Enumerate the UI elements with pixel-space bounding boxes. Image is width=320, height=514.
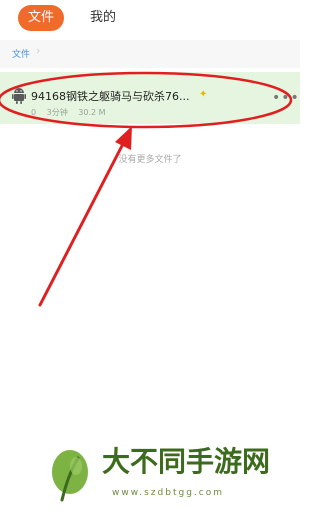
leaf-logo-icon <box>52 450 88 502</box>
file-meta-count: 0 <box>31 108 37 117</box>
tab-files[interactable]: 文件 <box>18 5 64 31</box>
file-meta: 0 3分钟 30.2 M <box>31 107 114 118</box>
tab-mine[interactable]: 我的 <box>84 5 122 31</box>
android-icon <box>12 88 26 104</box>
file-list-item[interactable]: 94168钢铁之躯骑马与砍杀76... 0 3分钟 30.2 M ✦ ••• <box>0 72 300 124</box>
watermark-title: 大不同手游网 <box>102 445 271 478</box>
star-icon: ✦ <box>199 89 208 100</box>
breadcrumb-root[interactable]: 文件 <box>12 47 30 60</box>
more-options-icon[interactable]: ••• <box>272 91 300 105</box>
chevron-right-icon: › <box>36 44 41 57</box>
file-size: 30.2 M <box>78 108 106 117</box>
breadcrumb: 文件 › <box>0 40 300 68</box>
file-meta-time: 3分钟 <box>46 108 68 117</box>
annotation-arrow-head <box>115 126 132 150</box>
watermark: 大不同手游网 www.szdbtgg.com <box>48 444 294 508</box>
file-name: 94168钢铁之躯骑马与砍杀76... <box>31 90 190 103</box>
watermark-url: www.szdbtgg.com <box>112 488 224 498</box>
top-tab-bar: 文件 我的 <box>0 0 300 36</box>
no-more-files-text: 没有更多文件了 <box>118 155 182 165</box>
